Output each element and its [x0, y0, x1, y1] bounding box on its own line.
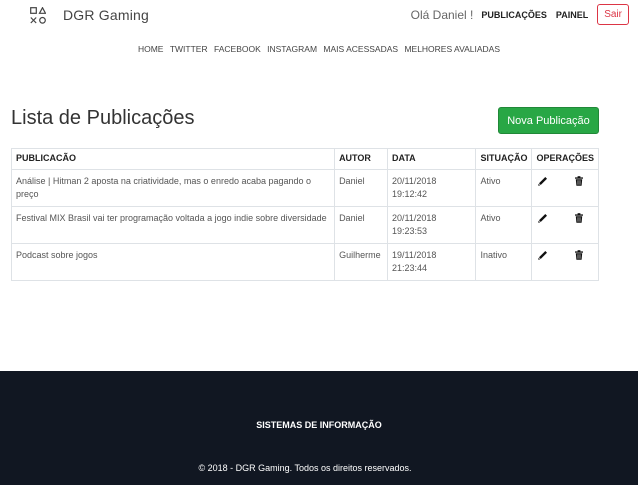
- cell-title: Podcast sobre jogos: [10, 243, 336, 281]
- cell-date: 19/11/2018 21:23:44: [387, 243, 477, 281]
- navbar: DGR Gaming Olá Daniel ! PUBLICAÇÕES PAIN…: [0, 0, 638, 32]
- cell-author: Daniel: [334, 206, 389, 244]
- pencil-icon[interactable]: [538, 213, 548, 223]
- cell-author: Guilherme: [334, 243, 389, 281]
- footer: SISTEMAS DE INFORMAÇÃO © 2018 - DGR Gami…: [0, 371, 638, 485]
- subnav-melhores-avaliadas[interactable]: MELHORES AVALIADAS: [404, 44, 500, 54]
- header-situacao: SITUAÇÃO: [475, 148, 533, 170]
- cell-title: Festival MIX Brasil vai ter programação …: [10, 206, 336, 244]
- subnav-home[interactable]: HOME: [138, 44, 164, 54]
- header-operacoes: OPERAÇÕES: [531, 148, 599, 170]
- table-row: Festival MIX Brasil vai ter programação …: [10, 206, 599, 244]
- page-title: Lista de Publicações: [11, 107, 195, 129]
- footer-copyright: © 2018 - DGR Gaming. Todos os direitos r…: [198, 463, 412, 473]
- playstation-symbols-icon[interactable]: [30, 7, 46, 24]
- trash-icon[interactable]: [574, 250, 584, 260]
- cell-operations: [531, 206, 599, 244]
- table-header-row: PUBLICACÃO AUTOR DATA SITUAÇÃO OPERAÇÕES: [10, 148, 599, 170]
- nav-link-publicacoes[interactable]: PUBLICAÇÕES: [481, 10, 547, 20]
- cell-date: 20/11/2018 19:12:42: [387, 169, 477, 207]
- user-greeting: Olá Daniel !: [410, 7, 474, 22]
- user-nav: Olá Daniel ! PUBLICAÇÕES PAINEL Sair: [411, 4, 629, 25]
- subnav-mais-acessadas[interactable]: MAIS ACESSADAS: [323, 44, 398, 54]
- trash-icon[interactable]: [574, 176, 584, 186]
- cell-status: Ativo: [475, 206, 533, 244]
- trash-icon[interactable]: [574, 213, 584, 223]
- category-nav: HOME TWITTER FACEBOOK INSTAGRAM MAIS ACE…: [0, 44, 638, 54]
- pencil-icon[interactable]: [538, 176, 548, 186]
- cell-title: Análise | Hitman 2 aposta na criatividad…: [10, 169, 336, 207]
- subnav-twitter[interactable]: TWITTER: [170, 44, 208, 54]
- table-row: Podcast sobre jogos Guilherme 19/11/2018…: [10, 243, 599, 281]
- subnav-instagram[interactable]: INSTAGRAM: [267, 44, 317, 54]
- pencil-icon[interactable]: [538, 250, 548, 260]
- nav-link-painel[interactable]: PAINEL: [556, 10, 588, 20]
- table-row: Análise | Hitman 2 aposta na criatividad…: [10, 169, 599, 207]
- footer-title: SISTEMAS DE INFORMAÇÃO: [256, 420, 382, 430]
- cell-date: 20/11/2018 19:23:53: [387, 206, 477, 244]
- header-data: DATA: [387, 148, 477, 170]
- cell-operations: [531, 169, 599, 207]
- cell-status: Inativo: [475, 243, 533, 281]
- cell-status: Ativo: [475, 169, 533, 207]
- subnav-facebook[interactable]: FACEBOOK: [214, 44, 261, 54]
- cell-operations: [531, 243, 599, 281]
- publications-table: PUBLICACÃO AUTOR DATA SITUAÇÃO OPERAÇÕES…: [10, 148, 599, 281]
- logout-button[interactable]: Sair: [597, 4, 629, 25]
- header-publicacao: PUBLICACÃO: [10, 148, 336, 170]
- cell-author: Daniel: [334, 169, 389, 207]
- header-autor: AUTOR: [334, 148, 389, 170]
- new-publication-button[interactable]: Nova Publicação: [498, 107, 599, 134]
- brand-name[interactable]: DGR Gaming: [63, 7, 149, 23]
